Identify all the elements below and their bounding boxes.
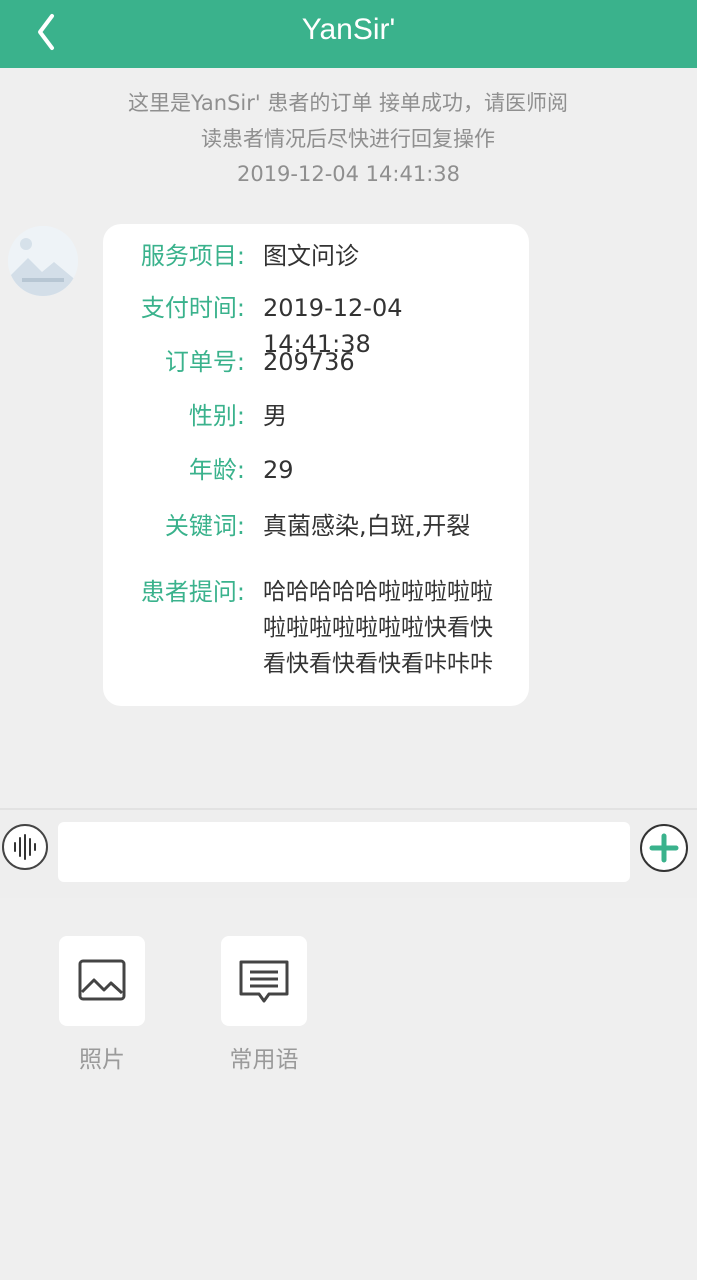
voice-button[interactable] [2,824,48,870]
order-label: 订单号: [164,348,245,376]
page-title: YanSir' [301,13,396,46]
order-card: 服务项目: 图文问诊 支付时间: 2019-12-04 14:41:38 订单号… [103,224,529,706]
photo-tool-label: 照片 [79,1047,125,1073]
common-phrases-tool-button[interactable] [221,936,307,1026]
order-value: 图文问诊 [263,242,359,270]
more-button[interactable] [640,824,688,872]
common-phrases-tool-label: 常用语 [229,1047,299,1073]
order-label: 性别: [188,402,245,430]
order-value: 209736 [263,348,355,376]
plus-circle-icon [649,833,679,863]
order-label: 服务项目: [140,242,245,270]
order-label: 关键词: [164,512,245,540]
image-icon [78,959,126,1001]
avatar[interactable] [8,226,78,296]
message-input[interactable] [58,822,630,882]
input-bar [0,808,697,898]
order-label: 年龄: [188,456,245,484]
screen-edge [697,0,720,1280]
order-label: 支付时间: [140,294,245,322]
order-value: 29 [263,456,294,484]
voice-wave-icon [14,834,36,860]
chat-screen: YanSir' 这里是YanSir' 患者的订单 接单成功，请医师阅读患者情况后… [0,0,697,1280]
message-icon [239,960,289,1003]
order-notice: 这里是YanSir' 患者的订单 接单成功，请医师阅读患者情况后尽快进行回复操作 [127,91,569,151]
avatar-image-icon [8,226,78,296]
photo-tool-button[interactable] [59,936,145,1026]
nav-header: YanSir' [0,0,697,68]
order-value: 男 [263,402,287,430]
order-value: 哈哈哈哈哈啦啦啦啦啦啦啦啦啦啦啦啦快看快看快看快看快看咔咔咔 [263,579,493,677]
order-value: 真菌感染,白斑,开裂 [263,512,471,540]
notice-timestamp: 2019-12-04 14:41:38 [236,162,461,186]
order-label: 患者提问: [140,578,245,606]
